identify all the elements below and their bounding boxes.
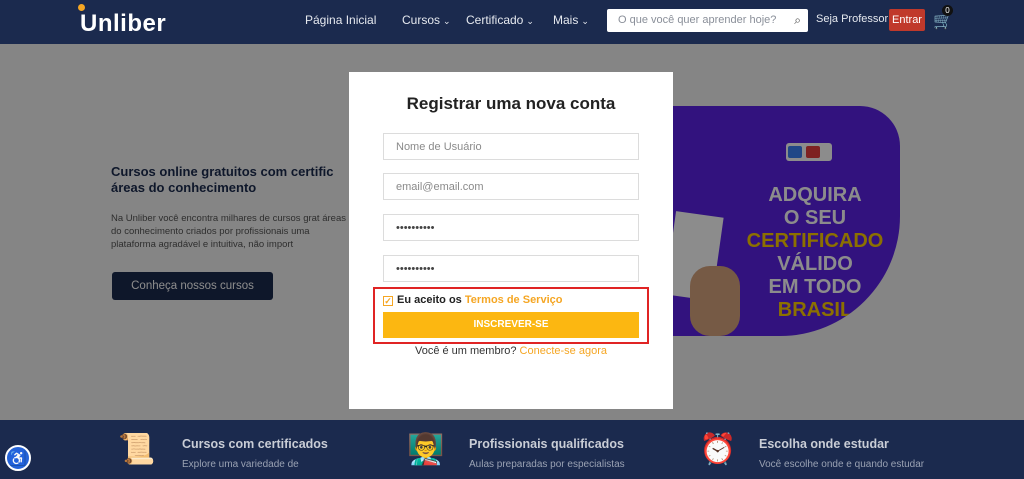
terms-row: ✓ Eu aceito os Termos de Serviço: [383, 294, 562, 306]
username-input[interactable]: [384, 134, 638, 159]
username-field[interactable]: [383, 133, 639, 160]
login-button[interactable]: Entrar: [889, 9, 925, 31]
feature-desc: Explore uma variedade de: [182, 459, 299, 470]
cart-count-badge: 0: [942, 5, 953, 16]
search-box[interactable]: O que você quer aprender hoje? ⌕: [607, 9, 808, 32]
chevron-down-icon: ⌄: [526, 16, 534, 26]
register-submit-button[interactable]: INSCREVER-SE: [383, 312, 639, 338]
email-input[interactable]: [384, 174, 638, 199]
modal-title: Registrar uma nova conta: [406, 94, 616, 113]
search-icon[interactable]: ⌕: [794, 13, 801, 28]
site-logo[interactable]: Unliber: [80, 10, 166, 38]
accept-label: Eu aceito os: [397, 294, 465, 306]
confirm-password-input[interactable]: [384, 256, 638, 281]
top-navbar: Unliber Página Inicial Cursos ⌄ Certifica…: [0, 0, 1024, 44]
login-link[interactable]: Conecte-se agora: [520, 345, 607, 357]
register-modal: Registrar uma nova conta ✓ Eu aceito os T…: [349, 72, 673, 409]
nav-item-mais[interactable]: Mais ⌄: [553, 13, 589, 27]
chevron-down-icon: ⌄: [581, 16, 589, 26]
nav-item-home[interactable]: Página Inicial: [305, 13, 376, 27]
feature-title: Cursos com certificados: [182, 437, 328, 451]
features-band: 📜 Cursos com certificados Explore uma va…: [0, 420, 1024, 479]
nav-item-certificado[interactable]: Certificado ⌄: [466, 13, 534, 27]
feature-title: Profissionais qualificados: [469, 437, 624, 451]
search-input[interactable]: O que você quer aprender hoje?: [618, 14, 776, 26]
chevron-down-icon: ⌄: [443, 16, 451, 26]
nav-item-cursos[interactable]: Cursos ⌄: [402, 13, 451, 27]
feature-desc: Você escolhe onde e quando estudar: [759, 459, 925, 470]
password-input[interactable]: [384, 215, 638, 240]
terms-checkbox[interactable]: ✓: [383, 296, 393, 306]
member-prompt: Você é um membro? Conecte-se agora: [349, 345, 673, 357]
alarm-clock-icon: ⏰: [699, 433, 737, 466]
become-teacher-link[interactable]: Seja Professor: [816, 13, 888, 25]
member-text: Você é um membro?: [414, 345, 520, 357]
terms-link[interactable]: Termos de Serviço: [465, 294, 563, 306]
password-field[interactable]: [383, 214, 639, 241]
feature-desc: Aulas preparadas por especialistas: [469, 459, 625, 470]
confirm-password-field[interactable]: [383, 255, 639, 282]
teacher-icon: 👨‍🏫: [407, 433, 445, 466]
certificate-icon: 📜: [118, 433, 156, 466]
email-field[interactable]: [383, 173, 639, 200]
feature-title: Escolha onde estudar: [759, 437, 889, 451]
accessibility-icon[interactable]: ♿: [5, 445, 31, 471]
